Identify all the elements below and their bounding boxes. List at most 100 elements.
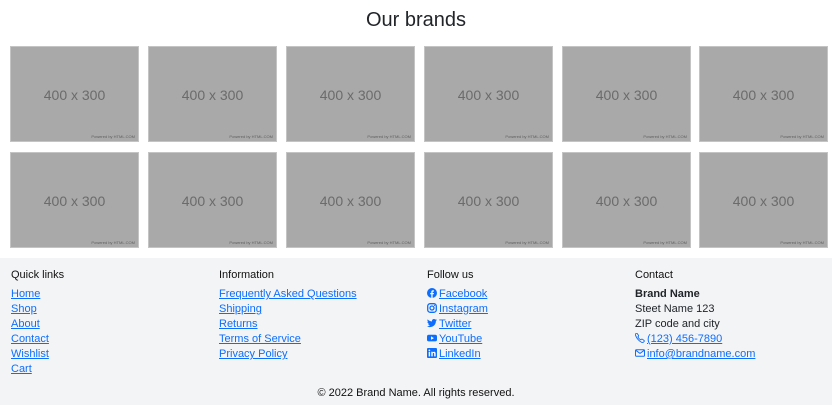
brand-logo-10[interactable]: 400 x 300 Powered by HTML.COM bbox=[424, 152, 553, 248]
placeholder-size-label: 400 x 300 bbox=[319, 193, 382, 209]
list-item: Instagram bbox=[427, 302, 627, 317]
placeholder-size-label: 400 x 300 bbox=[43, 87, 106, 103]
shipping-link[interactable]: Shipping bbox=[219, 303, 262, 315]
list-item: Returns bbox=[219, 317, 419, 332]
contact-link[interactable]: Contact bbox=[11, 333, 49, 345]
placeholder-credit: Powered by HTML.COM bbox=[643, 134, 687, 139]
linkedin-icon bbox=[427, 348, 437, 358]
information-heading: Information bbox=[219, 269, 275, 281]
linkedin-link[interactable]: LinkedIn bbox=[439, 348, 481, 360]
list-item: ZIP code and city bbox=[635, 317, 832, 332]
information-column: Information Frequently Asked Questions S… bbox=[219, 268, 419, 362]
brand-logo-12[interactable]: 400 x 300 Powered by HTML.COM bbox=[699, 152, 828, 248]
quick-links-heading: Quick links bbox=[11, 269, 65, 281]
list-item: Steet Name 123 bbox=[635, 302, 832, 317]
placeholder-size-label: 400 x 300 bbox=[457, 193, 520, 209]
brand-grid: 400 x 300 Powered by HTML.COM 400 x 300 Po… bbox=[10, 46, 828, 248]
brand-logo-11[interactable]: 400 x 300 Powered by HTML.COM bbox=[562, 152, 691, 248]
facebook-link[interactable]: Facebook bbox=[439, 288, 487, 300]
site-footer: Quick links Home Shop About Contact Wish… bbox=[0, 258, 832, 405]
home-link[interactable]: Home bbox=[11, 288, 40, 300]
list-item: Shipping bbox=[219, 302, 419, 317]
brand-logo-4[interactable]: 400 x 300 Powered by HTML.COM bbox=[424, 46, 553, 142]
placeholder-credit: Powered by HTML.COM bbox=[505, 134, 549, 139]
brand-name: Brand Name bbox=[635, 288, 700, 300]
placeholder-size-label: 400 x 300 bbox=[319, 87, 382, 103]
placeholder-size-label: 400 x 300 bbox=[181, 87, 244, 103]
list-item: info@brandname.com bbox=[635, 347, 832, 362]
placeholder-size-label: 400 x 300 bbox=[457, 87, 520, 103]
list-item: Shop bbox=[11, 302, 211, 317]
brand-logo-8[interactable]: 400 x 300 Powered by HTML.COM bbox=[148, 152, 277, 248]
envelope-icon bbox=[635, 349, 645, 357]
phone-link[interactable]: (123) 456-7890 bbox=[647, 333, 722, 345]
street-address: Steet Name 123 bbox=[635, 303, 715, 315]
placeholder-credit: Powered by HTML.COM bbox=[229, 240, 273, 245]
list-item: Brand Name bbox=[635, 287, 832, 302]
phone-icon bbox=[635, 333, 645, 343]
list-item: LinkedIn bbox=[427, 347, 627, 362]
brand-logo-6[interactable]: 400 x 300 Powered by HTML.COM bbox=[699, 46, 828, 142]
placeholder-size-label: 400 x 300 bbox=[595, 193, 658, 209]
wishlist-link[interactable]: Wishlist bbox=[11, 348, 49, 360]
list-item: Twitter bbox=[427, 317, 627, 332]
contact-column: Contact Brand Name Steet Name 123 ZIP co… bbox=[635, 268, 832, 362]
list-item: Frequently Asked Questions bbox=[219, 287, 419, 302]
list-item: Wishlist bbox=[11, 347, 211, 362]
brand-logo-2[interactable]: 400 x 300 Powered by HTML.COM bbox=[148, 46, 277, 142]
placeholder-size-label: 400 x 300 bbox=[732, 193, 795, 209]
copyright-text: © 2022 Brand Name. All rights reserved. bbox=[317, 387, 515, 399]
returns-link[interactable]: Returns bbox=[219, 318, 258, 330]
social-list: Facebook Instagram Twitter YouTube Linke… bbox=[427, 287, 627, 362]
cart-link[interactable]: Cart bbox=[11, 363, 32, 375]
placeholder-credit: Powered by HTML.COM bbox=[229, 134, 273, 139]
email-link[interactable]: info@brandname.com bbox=[647, 348, 755, 360]
about-link[interactable]: About bbox=[11, 318, 40, 330]
quick-links-list: Home Shop About Contact Wishlist Cart bbox=[11, 287, 211, 377]
list-item: About bbox=[11, 317, 211, 332]
follow-us-heading: Follow us bbox=[427, 269, 474, 281]
list-item: Privacy Policy bbox=[219, 347, 419, 362]
list-item: Terms of Service bbox=[219, 332, 419, 347]
placeholder-credit: Powered by HTML.COM bbox=[780, 240, 824, 245]
placeholder-credit: Powered by HTML.COM bbox=[367, 240, 411, 245]
list-item: Home bbox=[11, 287, 211, 302]
zip-city: ZIP code and city bbox=[635, 318, 720, 330]
brand-logo-5[interactable]: 400 x 300 Powered by HTML.COM bbox=[562, 46, 691, 142]
brand-logo-3[interactable]: 400 x 300 Powered by HTML.COM bbox=[286, 46, 415, 142]
youtube-icon bbox=[427, 334, 437, 342]
list-item: YouTube bbox=[427, 332, 627, 347]
follow-us-column: Follow us Facebook Instagram Twitter You… bbox=[427, 268, 627, 362]
placeholder-credit: Powered by HTML.COM bbox=[505, 240, 549, 245]
brand-logo-7[interactable]: 400 x 300 Powered by HTML.COM bbox=[10, 152, 139, 248]
placeholder-size-label: 400 x 300 bbox=[732, 87, 795, 103]
placeholder-credit: Powered by HTML.COM bbox=[91, 240, 135, 245]
placeholder-credit: Powered by HTML.COM bbox=[643, 240, 687, 245]
brands-title: Our brands bbox=[365, 9, 467, 31]
placeholder-credit: Powered by HTML.COM bbox=[780, 134, 824, 139]
youtube-link[interactable]: YouTube bbox=[439, 333, 482, 345]
instagram-link[interactable]: Instagram bbox=[439, 303, 488, 315]
brand-logo-1[interactable]: 400 x 300 Powered by HTML.COM bbox=[10, 46, 139, 142]
placeholder-credit: Powered by HTML.COM bbox=[367, 134, 411, 139]
information-list: Frequently Asked Questions Shipping Retu… bbox=[219, 287, 419, 362]
privacy-policy-link[interactable]: Privacy Policy bbox=[219, 348, 287, 360]
list-item: Cart bbox=[11, 362, 211, 377]
list-item: Facebook bbox=[427, 287, 627, 302]
instagram-icon bbox=[427, 303, 437, 313]
contact-heading: Contact bbox=[635, 269, 673, 281]
twitter-icon bbox=[427, 319, 437, 328]
shop-link[interactable]: Shop bbox=[11, 303, 37, 315]
placeholder-size-label: 400 x 300 bbox=[181, 193, 244, 209]
faq-link[interactable]: Frequently Asked Questions bbox=[219, 288, 357, 300]
brand-logo-9[interactable]: 400 x 300 Powered by HTML.COM bbox=[286, 152, 415, 248]
placeholder-size-label: 400 x 300 bbox=[595, 87, 658, 103]
list-item: (123) 456-7890 bbox=[635, 332, 832, 347]
placeholder-credit: Powered by HTML.COM bbox=[91, 134, 135, 139]
contact-list: Brand Name Steet Name 123 ZIP code and c… bbox=[635, 287, 832, 362]
list-item: Contact bbox=[11, 332, 211, 347]
twitter-link[interactable]: Twitter bbox=[439, 318, 471, 330]
terms-of-service-link[interactable]: Terms of Service bbox=[219, 333, 301, 345]
quick-links-column: Quick links Home Shop About Contact Wish… bbox=[11, 268, 211, 377]
facebook-icon bbox=[427, 288, 437, 298]
